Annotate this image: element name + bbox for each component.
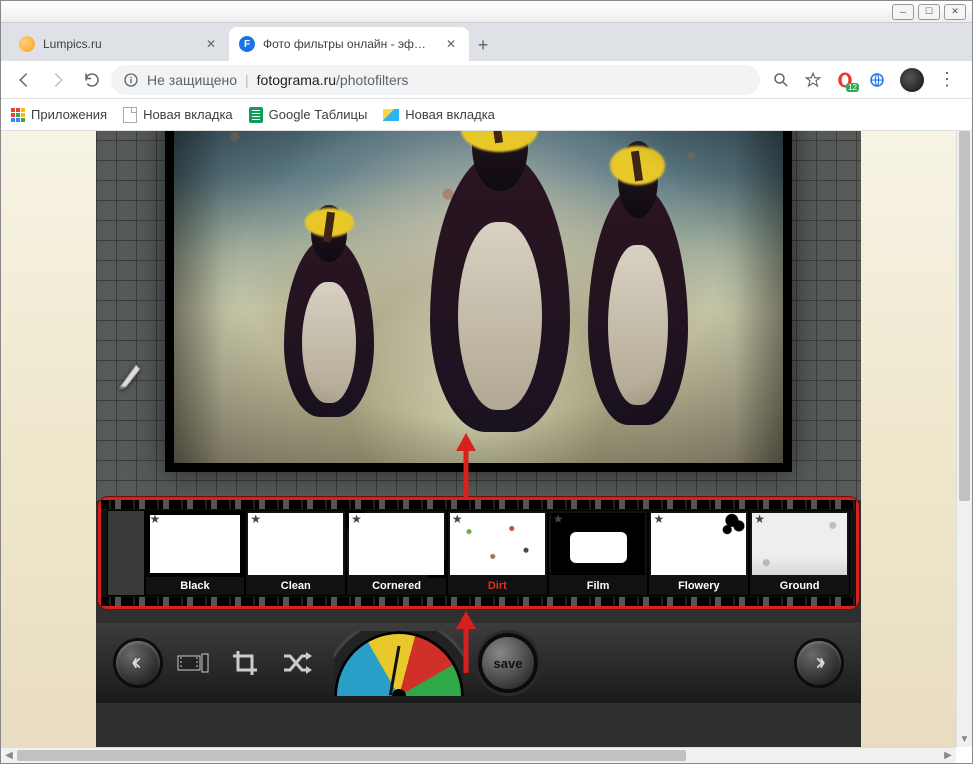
search-icon[interactable] — [772, 71, 790, 89]
crop-icon[interactable] — [226, 648, 264, 678]
scrollbar-thumb[interactable] — [17, 750, 686, 761]
photo-frame — [166, 131, 791, 471]
bookmarks-bar: Приложения Новая вкладка Google Таблицы … — [1, 99, 972, 131]
scrollbar-thumb[interactable] — [959, 131, 970, 501]
tab-title: Lumpics.ru — [43, 37, 195, 51]
horizontal-scrollbar[interactable]: ◀ ▶ — [1, 747, 956, 763]
favorite-star-icon[interactable]: ★ — [351, 512, 362, 526]
tab-close-icon[interactable]: ✕ — [443, 36, 459, 52]
photo-subject — [588, 185, 688, 425]
apps-grid-icon — [11, 108, 25, 122]
window-minimize-button[interactable]: ─ — [892, 4, 914, 20]
page-viewport: ★Black ★Clean ★Cornered ★Dirt ★Film ★Flo… — [1, 131, 956, 747]
address-bar[interactable]: Не защищено | fotograma.ru/photofilters — [111, 65, 760, 95]
knife-cursor-icon — [116, 361, 146, 391]
star-icon[interactable] — [804, 71, 822, 89]
annotation-arrow-icon — [446, 431, 486, 506]
photo-icon — [383, 109, 399, 121]
scroll-down-icon[interactable]: ▼ — [957, 731, 972, 747]
frame-option-cornered[interactable]: ★Cornered — [346, 510, 447, 596]
frame-option-dirt[interactable]: ★Dirt — [447, 510, 548, 596]
profile-avatar[interactable] — [900, 68, 924, 92]
favorite-star-icon[interactable]: ★ — [452, 512, 463, 526]
frame-option-black[interactable]: ★Black — [145, 510, 246, 596]
app-frame: ★Black ★Clean ★Cornered ★Dirt ★Film ★Flo… — [96, 131, 861, 747]
frame-empty-slot[interactable] — [107, 510, 145, 596]
frame-option-clean[interactable]: ★Clean — [245, 510, 346, 596]
vertical-scrollbar[interactable]: ▲ ▼ — [956, 131, 972, 747]
chevron-left-icon — [131, 656, 145, 670]
tab-strip: Lumpics.ru ✕ F Фото фильтры онлайн - эфф… — [1, 23, 972, 61]
prev-button[interactable] — [116, 641, 160, 685]
menu-button[interactable]: ⋮ — [938, 69, 956, 90]
favorite-star-icon[interactable]: ★ — [653, 512, 664, 526]
apps-button[interactable]: Приложения — [11, 107, 107, 122]
chevron-right-icon — [812, 656, 826, 670]
frame-filmstrip: ★Black ★Clean ★Cornered ★Dirt ★Film ★Flo… — [98, 497, 859, 609]
back-button[interactable] — [9, 65, 39, 95]
photo-subject — [430, 152, 570, 432]
save-button[interactable]: save — [482, 637, 534, 689]
annotation-arrow-icon — [446, 609, 486, 680]
toolbar: Не защищено | fotograma.ru/photofilters … — [1, 61, 972, 99]
globe-icon[interactable] — [868, 71, 886, 89]
url-text: fotograma.ru/photofilters — [257, 72, 409, 88]
tab-favicon-icon: F — [239, 36, 255, 52]
tab-favicon-icon — [19, 36, 35, 52]
frame-option-flowery[interactable]: ★Flowery — [648, 510, 749, 596]
tab-close-icon[interactable]: ✕ — [203, 36, 219, 52]
favorite-star-icon[interactable]: ★ — [150, 512, 161, 526]
frame-list: ★Black ★Clean ★Cornered ★Dirt ★Film ★Flo… — [107, 510, 850, 596]
film-roll-icon[interactable] — [174, 648, 212, 678]
window-close-button[interactable]: ✕ — [944, 4, 966, 20]
photo-subject — [284, 237, 374, 417]
forward-button[interactable] — [43, 65, 73, 95]
bookmark-item[interactable]: Новая вкладка — [383, 107, 495, 122]
sheets-icon — [249, 107, 263, 123]
reload-button[interactable] — [77, 65, 107, 95]
document-icon — [123, 107, 137, 123]
next-button[interactable] — [797, 641, 841, 685]
scroll-right-icon[interactable]: ▶ — [940, 748, 956, 763]
extension-opera-icon[interactable]: 12 — [836, 71, 854, 89]
window-titlebar: ─ ☐ ✕ — [1, 1, 972, 23]
new-tab-button[interactable]: + — [469, 31, 497, 59]
info-icon — [123, 72, 139, 88]
color-gauge[interactable] — [334, 623, 464, 703]
security-status: Не защищено — [147, 72, 237, 88]
edited-photo[interactable] — [174, 131, 783, 463]
frame-option-ground[interactable]: ★Ground — [749, 510, 850, 596]
bookmark-item[interactable]: Новая вкладка — [123, 107, 233, 123]
shuffle-icon[interactable] — [278, 648, 316, 678]
tab-fotograma[interactable]: F Фото фильтры онлайн - эффект... ✕ — [229, 27, 469, 61]
favorite-star-icon[interactable]: ★ — [250, 512, 261, 526]
frame-option-film[interactable]: ★Film — [548, 510, 649, 596]
extension-badge-count: 12 — [846, 83, 859, 92]
scroll-left-icon[interactable]: ◀ — [1, 748, 17, 763]
tab-title: Фото фильтры онлайн - эффект... — [263, 37, 435, 51]
window-maximize-button[interactable]: ☐ — [918, 4, 940, 20]
favorite-star-icon[interactable]: ★ — [754, 512, 765, 526]
tab-lumpics[interactable]: Lumpics.ru ✕ — [9, 27, 229, 61]
bookmark-item[interactable]: Google Таблицы — [249, 107, 368, 123]
favorite-star-icon[interactable]: ★ — [553, 512, 564, 526]
